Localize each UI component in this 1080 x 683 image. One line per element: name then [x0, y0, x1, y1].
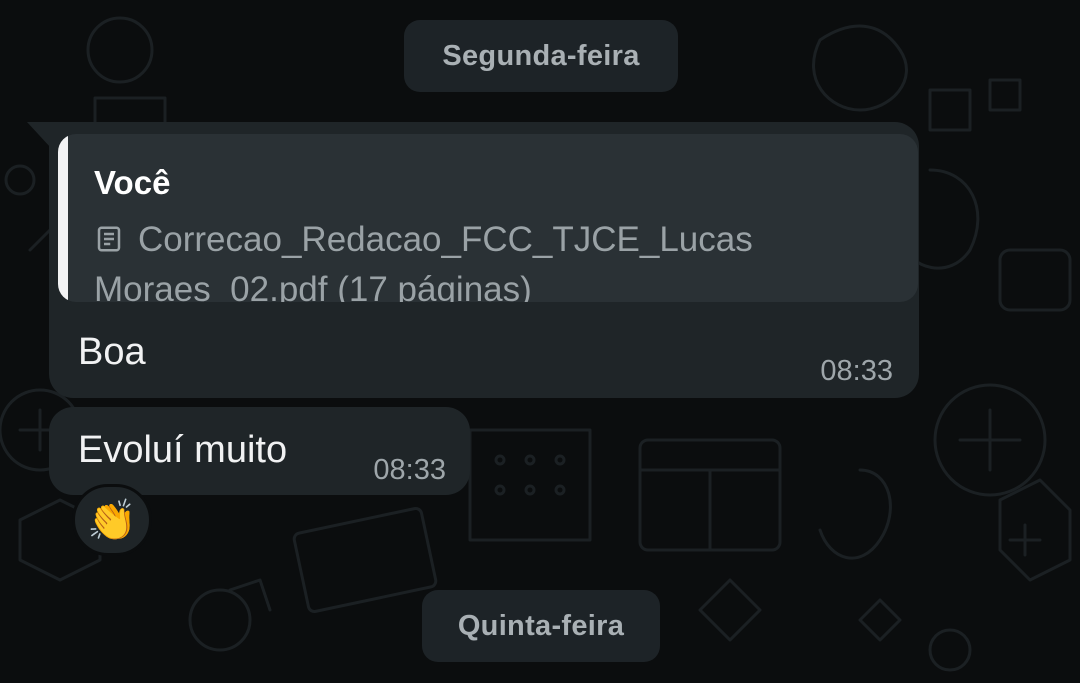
- date-separator-top: Segunda-feira: [404, 20, 678, 92]
- reaction-badge[interactable]: 👏: [72, 484, 152, 556]
- message-bubble-reply[interactable]: Você Correcao_Redacao_FCC_TJCE_Lucas Mor…: [49, 122, 919, 398]
- quote-author: Você: [94, 164, 171, 201]
- message-timestamp: 08:33: [373, 454, 446, 486]
- message-text: Boa: [78, 331, 146, 373]
- attachment-filename: Correcao_Redacao_FCC_TJCE_Lucas Moraes_0…: [94, 220, 753, 302]
- message-timestamp: 08:33: [820, 355, 893, 387]
- message-text: Evoluí muito: [78, 429, 288, 471]
- quote-attachment: Correcao_Redacao_FCC_TJCE_Lucas Moraes_0…: [94, 216, 804, 302]
- quoted-message[interactable]: Você Correcao_Redacao_FCC_TJCE_Lucas Mor…: [58, 134, 918, 302]
- quote-accent-bar: [58, 134, 68, 302]
- clapping-hands-emoji: 👏: [87, 498, 137, 543]
- message-bubble[interactable]: Evoluí muito 08:33: [49, 407, 470, 495]
- message-tail: [27, 122, 51, 148]
- date-separator-bottom: Quinta-feira: [422, 590, 660, 662]
- document-icon: [94, 219, 124, 266]
